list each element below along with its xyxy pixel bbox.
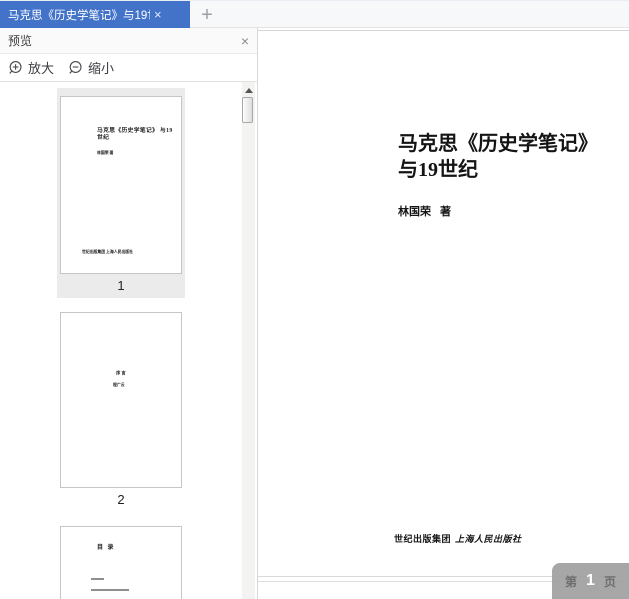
tab-title: 马克思《历史学笔记》与19世纪 (8, 10, 150, 22)
zoom-out-label: 缩小 (88, 61, 115, 76)
book-title: 马克思《历史学笔记》 与19世纪 (398, 133, 598, 181)
thumbnail-page-2[interactable]: 序 言 程广云 2 (57, 304, 185, 512)
mini-author: 程广云 (113, 382, 125, 387)
thumbnail-page-3[interactable]: 目 录 (57, 518, 185, 599)
book-publisher: 世纪出版集团 上海人民出版社 (394, 534, 522, 544)
thumbnail-page-1[interactable]: 马克思《历史学笔记》 与19世纪 林国荣 著 世纪出版集团 上海人民出版社 1 (57, 88, 185, 298)
thumbnail-2-number: 2 (117, 492, 125, 507)
thumbnail-2-preview: 序 言 程广云 (60, 312, 182, 488)
tab-close-icon[interactable]: × (154, 1, 162, 29)
sidebar-title: 预览 (8, 34, 33, 48)
mini-heading: 序 言 (116, 370, 126, 376)
mini-author: 林国荣 著 (97, 150, 114, 155)
toc-line (91, 578, 104, 580)
tab-bar: 马克思《历史学笔记》与19世纪 × + (0, 0, 629, 29)
sidebar-header: 预览 × (0, 28, 257, 54)
zoom-out-button[interactable]: 缩小 (68, 58, 114, 77)
magnifier-plus-icon (9, 60, 22, 74)
thumbnail-list: 马克思《历史学笔记》 与19世纪 林国荣 著 世纪出版集团 上海人民出版社 1 … (0, 82, 242, 599)
scroll-up-arrow-icon[interactable] (245, 88, 253, 93)
magnifier-minus-icon (69, 60, 82, 74)
plus-icon: + (201, 4, 213, 26)
scrollbar-thumb[interactable] (242, 97, 253, 123)
app-window: 马克思《历史学笔记》与19世纪 × + 预览 × 放大 (0, 0, 629, 599)
page-indicator-prefix: 第 (565, 574, 578, 589)
sidebar-scrollbar[interactable] (242, 82, 255, 599)
thumbnail-3-preview: 目 录 (60, 526, 182, 599)
page-indicator-number: 1 (586, 572, 595, 589)
sidebar-toolbar: 放大 缩小 (0, 54, 257, 82)
mini-toc-heading: 目 录 (97, 543, 115, 551)
zoom-in-label: 放大 (28, 61, 55, 76)
new-tab-button[interactable]: + (194, 1, 220, 29)
mini-title: 马克思《历史学笔记》 与19世纪 (97, 127, 173, 141)
toc-line (91, 589, 129, 591)
document-view[interactable]: 马克思《历史学笔记》 与19世纪 林国荣著 世纪出版集团 上海人民出版社 第 1 … (258, 28, 629, 599)
preview-sidebar: 预览 × 放大 缩小 马克思《历史学笔记》 与19世纪 林国荣 著 世纪出版集团… (0, 28, 258, 599)
page-indicator: 第 1 页 (552, 563, 629, 599)
tab-document[interactable]: 马克思《历史学笔记》与19世纪 × (0, 1, 190, 29)
page-indicator-suffix: 页 (603, 574, 616, 589)
thumbnail-1-preview: 马克思《历史学笔记》 与19世纪 林国荣 著 世纪出版集团 上海人民出版社 (60, 96, 182, 274)
sidebar-close-icon[interactable]: × (241, 34, 249, 48)
document-page: 马克思《历史学笔记》 与19世纪 林国荣著 世纪出版集团 上海人民出版社 (258, 31, 629, 576)
thumbnail-1-number: 1 (117, 278, 125, 293)
zoom-in-button[interactable]: 放大 (8, 58, 54, 77)
mini-publisher: 世纪出版集团 上海人民出版社 (82, 249, 134, 254)
book-author: 林国荣著 (398, 206, 451, 218)
